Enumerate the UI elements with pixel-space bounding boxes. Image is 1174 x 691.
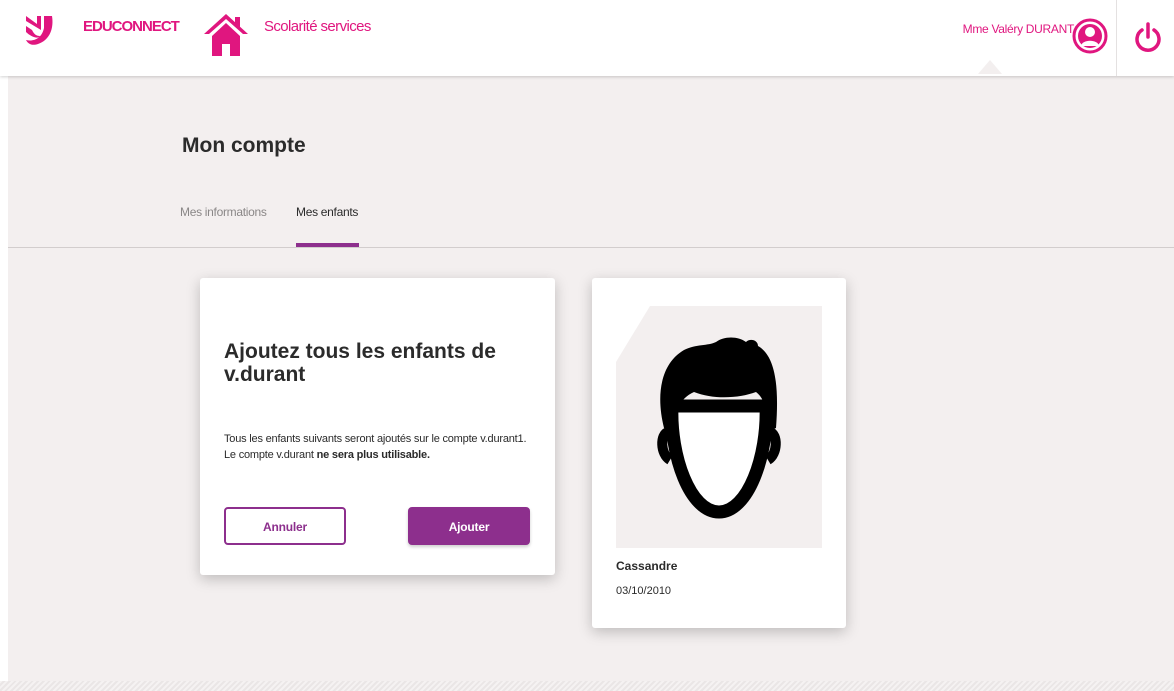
user-menu-caret xyxy=(978,60,1002,74)
add-children-text-line2: Le compte v.durant ne sera plus utilisab… xyxy=(224,447,544,463)
add-children-text-line1: Tous les enfants suivants seront ajoutés… xyxy=(224,433,527,445)
add-children-card: Ajoutez tous les enfants de v.durant Tou… xyxy=(200,278,555,575)
tab-mes-informations[interactable]: Mes informations xyxy=(180,205,267,219)
service-title[interactable]: Scolarité services xyxy=(264,18,371,35)
tabs-divider xyxy=(8,247,1174,248)
power-icon[interactable] xyxy=(1133,22,1163,54)
brand-name[interactable]: EDUCONNECT xyxy=(83,18,180,35)
home-icon[interactable] xyxy=(204,12,248,56)
add-children-text: Tous les enfants suivants seront ajoutés… xyxy=(224,431,544,463)
footer-hatch xyxy=(0,681,1174,691)
user-avatar-icon[interactable] xyxy=(1072,18,1108,54)
warning-prefix: Le compte v.durant xyxy=(224,449,317,461)
user-name[interactable]: Mme Valéry DURANT xyxy=(963,22,1075,36)
child-avatar xyxy=(616,306,822,548)
tab-mes-enfants[interactable]: Mes enfants xyxy=(296,205,358,219)
child-birth-date: 03/10/2010 xyxy=(616,585,672,597)
warning-bold: ne sera plus utilisable. xyxy=(316,449,430,461)
page-title: Mon compte xyxy=(182,134,306,157)
add-button[interactable]: Ajouter xyxy=(408,507,530,545)
child-card[interactable]: Cassandre 03/10/2010 xyxy=(592,278,846,628)
child-avatar-icon xyxy=(657,337,781,519)
cancel-button[interactable]: Annuler xyxy=(224,507,346,545)
educonnect-logo-icon[interactable] xyxy=(24,14,54,46)
header-divider xyxy=(1116,0,1117,76)
main-content xyxy=(8,76,1174,681)
child-name: Cassandre xyxy=(616,559,678,573)
add-children-title: Ajoutez tous les enfants de v.durant xyxy=(224,340,496,386)
